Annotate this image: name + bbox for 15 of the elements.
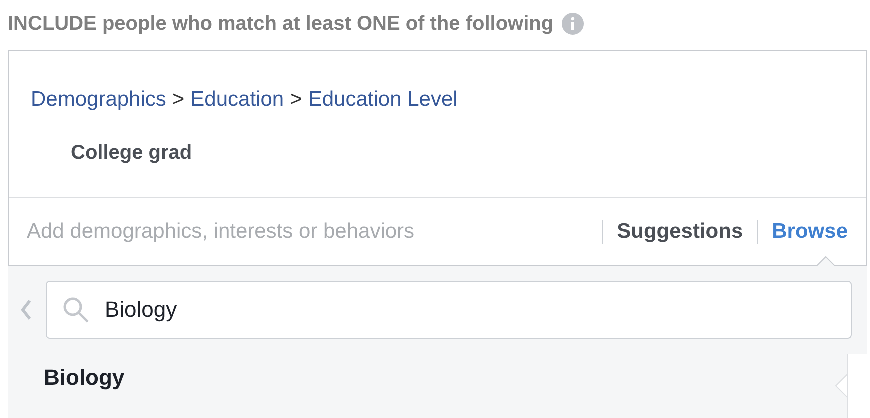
breadcrumb-separator: > <box>172 87 185 113</box>
breadcrumb-link[interactable]: Demographics <box>31 84 166 116</box>
breadcrumb-separator: > <box>290 87 302 113</box>
browse-search-field[interactable]: Biology <box>46 281 852 339</box>
tab[interactable]: Suggestions <box>617 216 744 248</box>
breadcrumb-link[interactable]: Education Level <box>308 84 458 116</box>
add-targeting-field[interactable]: Add demographics, interests or behaviors <box>27 216 588 248</box>
tab[interactable]: Browse <box>772 216 848 248</box>
result-item[interactable]: Biology <box>44 361 125 394</box>
search-icon <box>62 296 90 324</box>
back-chevron-icon[interactable] <box>20 299 32 321</box>
selected-item: College grad <box>71 140 192 166</box>
section-heading: INCLUDE people who match at least ONE of the following <box>8 12 554 37</box>
info-icon <box>562 13 584 35</box>
breadcrumb-link[interactable]: Education <box>190 84 284 116</box>
